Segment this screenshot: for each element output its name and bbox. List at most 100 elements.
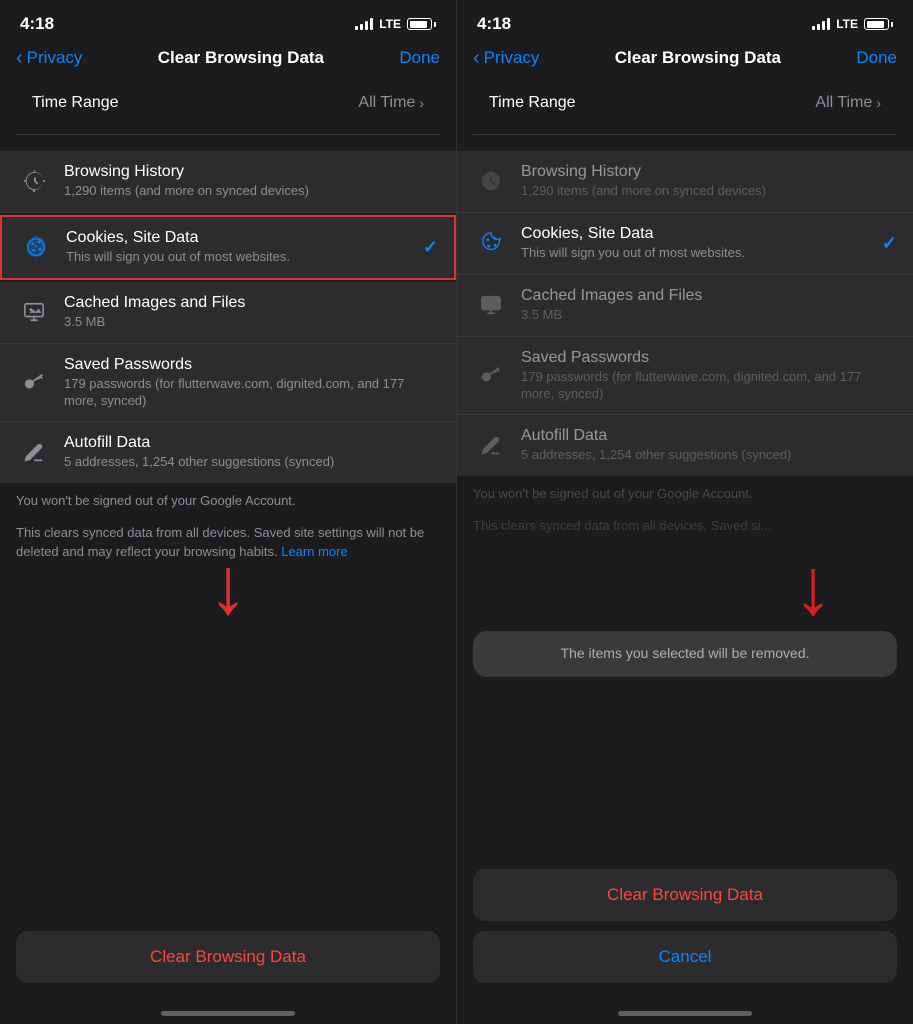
left-screen: 4:18 LTE ‹ Privacy Clear Browsing Data D… bbox=[0, 0, 456, 1024]
time-range-value-left: All Time › bbox=[358, 94, 424, 112]
down-arrow-icon-right: ↓ bbox=[793, 547, 833, 627]
cached-icon-left bbox=[16, 294, 52, 330]
cookie-icon-right bbox=[473, 225, 509, 261]
battery-icon-left bbox=[407, 18, 436, 30]
arrow-container-left: ↓ bbox=[0, 566, 456, 626]
browsing-history-subtitle-left: 1,290 items (and more on synced devices) bbox=[64, 183, 440, 200]
time-range-row-right[interactable]: Time Range All Time › bbox=[473, 80, 897, 126]
autofill-subtitle-right: 5 addresses, 1,254 other suggestions (sy… bbox=[521, 447, 897, 464]
chevron-right-icon-right: › bbox=[876, 95, 881, 111]
cached-icon-right bbox=[473, 287, 509, 323]
cached-item-right[interactable]: Cached Images and Files 3.5 MB bbox=[457, 275, 913, 337]
nav-bar-right: ‹ Privacy Clear Browsing Data Done bbox=[457, 40, 913, 80]
cookies-subtitle-left: This will sign you out of most websites. bbox=[66, 249, 423, 266]
browsing-history-item-right[interactable]: Browsing History 1,290 items (and more o… bbox=[457, 151, 913, 213]
bottom-area-left: Clear Browsing Data bbox=[0, 923, 456, 1003]
status-bar-left: 4:18 LTE bbox=[0, 0, 456, 40]
cached-title-left: Cached Images and Files bbox=[64, 294, 440, 312]
items-list-right: Browsing History 1,290 items (and more o… bbox=[457, 151, 913, 476]
chevron-right-icon-left: › bbox=[419, 95, 424, 111]
passwords-content-left: Saved Passwords 179 passwords (for flutt… bbox=[64, 356, 440, 410]
chevron-left-icon: ‹ bbox=[16, 48, 23, 68]
status-time-left: 4:18 bbox=[20, 14, 54, 34]
confirm-box-right: The items you selected will be removed. bbox=[473, 631, 897, 677]
cookies-title-right: Cookies, Site Data bbox=[521, 225, 882, 243]
done-button-right[interactable]: Done bbox=[856, 48, 897, 68]
cookies-title-left: Cookies, Site Data bbox=[66, 229, 423, 247]
passwords-title-right: Saved Passwords bbox=[521, 349, 897, 367]
clear-button-right[interactable]: Clear Browsing Data bbox=[473, 869, 897, 921]
cached-title-right: Cached Images and Files bbox=[521, 287, 897, 305]
signal-icon-left bbox=[355, 18, 373, 30]
cached-subtitle-right: 3.5 MB bbox=[521, 307, 897, 324]
back-label-left: Privacy bbox=[27, 48, 83, 68]
time-range-label-right: Time Range bbox=[489, 94, 576, 112]
check-icon-cookies-right: ✓ bbox=[882, 233, 897, 254]
passwords-item-right[interactable]: Saved Passwords 179 passwords (for flutt… bbox=[457, 337, 913, 416]
cached-content-left: Cached Images and Files 3.5 MB bbox=[64, 294, 440, 331]
cookies-subtitle-right: This will sign you out of most websites. bbox=[521, 245, 882, 262]
cancel-button-right[interactable]: Cancel bbox=[473, 931, 897, 983]
cookies-content-right: Cookies, Site Data This will sign you ou… bbox=[521, 225, 882, 262]
items-list-left: Browsing History 1,290 items (and more o… bbox=[0, 151, 456, 483]
signal-icon-right bbox=[812, 18, 830, 30]
status-icons-right: LTE bbox=[812, 17, 893, 31]
history-icon-left bbox=[16, 163, 52, 199]
autofill-item-left[interactable]: Autofill Data 5 addresses, 1,254 other s… bbox=[0, 422, 456, 483]
confirm-area: ↓ The items you selected will be removed… bbox=[457, 547, 913, 685]
footer-text-1-right: You won't be signed out of your Google A… bbox=[457, 476, 913, 508]
time-range-label-left: Time Range bbox=[32, 94, 119, 112]
cookie-icon-left bbox=[18, 229, 54, 265]
cookies-item-left[interactable]: Cookies, Site Data This will sign you ou… bbox=[0, 215, 456, 280]
right-screen: 4:18 LTE ‹ Privacy Clear Browsing Data D… bbox=[456, 0, 913, 1024]
passwords-item-left[interactable]: Saved Passwords 179 passwords (for flutt… bbox=[0, 344, 456, 423]
footer-text-2-right: This clears synced data from all devices… bbox=[457, 508, 913, 540]
browsing-history-content-right: Browsing History 1,290 items (and more o… bbox=[521, 163, 897, 200]
arrow-container-right: ↓ bbox=[457, 547, 913, 627]
key-icon-right bbox=[473, 358, 509, 394]
autofill-icon-right bbox=[473, 428, 509, 464]
check-icon-cookies-left: ✓ bbox=[423, 237, 438, 258]
autofill-content-left: Autofill Data 5 addresses, 1,254 other s… bbox=[64, 434, 440, 471]
done-button-left[interactable]: Done bbox=[399, 48, 440, 68]
lte-label-left: LTE bbox=[379, 17, 401, 31]
down-arrow-icon-left: ↓ bbox=[208, 546, 248, 626]
status-bar-right: 4:18 LTE bbox=[457, 0, 913, 40]
back-button-right[interactable]: ‹ Privacy bbox=[473, 48, 539, 68]
confirm-text-right: The items you selected will be removed. bbox=[561, 645, 810, 661]
status-icons-left: LTE bbox=[355, 17, 436, 31]
autofill-content-right: Autofill Data 5 addresses, 1,254 other s… bbox=[521, 427, 897, 464]
cached-subtitle-left: 3.5 MB bbox=[64, 314, 440, 331]
browsing-history-item-left[interactable]: Browsing History 1,290 items (and more o… bbox=[0, 151, 456, 213]
home-indicator-left bbox=[161, 1011, 295, 1016]
chevron-left-icon-right: ‹ bbox=[473, 48, 480, 68]
learn-more-link-left[interactable]: Learn more bbox=[281, 544, 347, 559]
divider-right-1 bbox=[473, 134, 897, 135]
autofill-item-right[interactable]: Autofill Data 5 addresses, 1,254 other s… bbox=[457, 415, 913, 476]
passwords-title-left: Saved Passwords bbox=[64, 356, 440, 374]
autofill-icon-left bbox=[16, 435, 52, 471]
autofill-title-left: Autofill Data bbox=[64, 434, 440, 452]
page-title-left: Clear Browsing Data bbox=[158, 48, 324, 68]
cached-item-left[interactable]: Cached Images and Files 3.5 MB bbox=[0, 282, 456, 344]
clear-button-left[interactable]: Clear Browsing Data bbox=[16, 931, 440, 983]
page-title-right: Clear Browsing Data bbox=[615, 48, 781, 68]
status-time-right: 4:18 bbox=[477, 14, 511, 34]
back-label-right: Privacy bbox=[484, 48, 540, 68]
bottom-area-right: Clear Browsing Data Cancel bbox=[457, 865, 913, 1003]
footer-text-1-left: You won't be signed out of your Google A… bbox=[0, 483, 456, 515]
lte-label-right: LTE bbox=[836, 17, 858, 31]
back-button-left[interactable]: ‹ Privacy bbox=[16, 48, 82, 68]
autofill-subtitle-left: 5 addresses, 1,254 other suggestions (sy… bbox=[64, 454, 440, 471]
cached-content-right: Cached Images and Files 3.5 MB bbox=[521, 287, 897, 324]
browsing-history-title-right: Browsing History bbox=[521, 163, 897, 181]
cookies-item-right[interactable]: Cookies, Site Data This will sign you ou… bbox=[457, 213, 913, 275]
browsing-history-title-left: Browsing History bbox=[64, 163, 440, 181]
cookies-content-left: Cookies, Site Data This will sign you ou… bbox=[66, 229, 423, 266]
time-range-text-right: All Time bbox=[815, 94, 872, 112]
key-icon-left bbox=[16, 365, 52, 401]
passwords-subtitle-left: 179 passwords (for flutterwave.com, dign… bbox=[64, 376, 440, 410]
passwords-content-right: Saved Passwords 179 passwords (for flutt… bbox=[521, 349, 897, 403]
time-range-row-left[interactable]: Time Range All Time › bbox=[16, 80, 440, 126]
home-indicator-right bbox=[618, 1011, 752, 1016]
